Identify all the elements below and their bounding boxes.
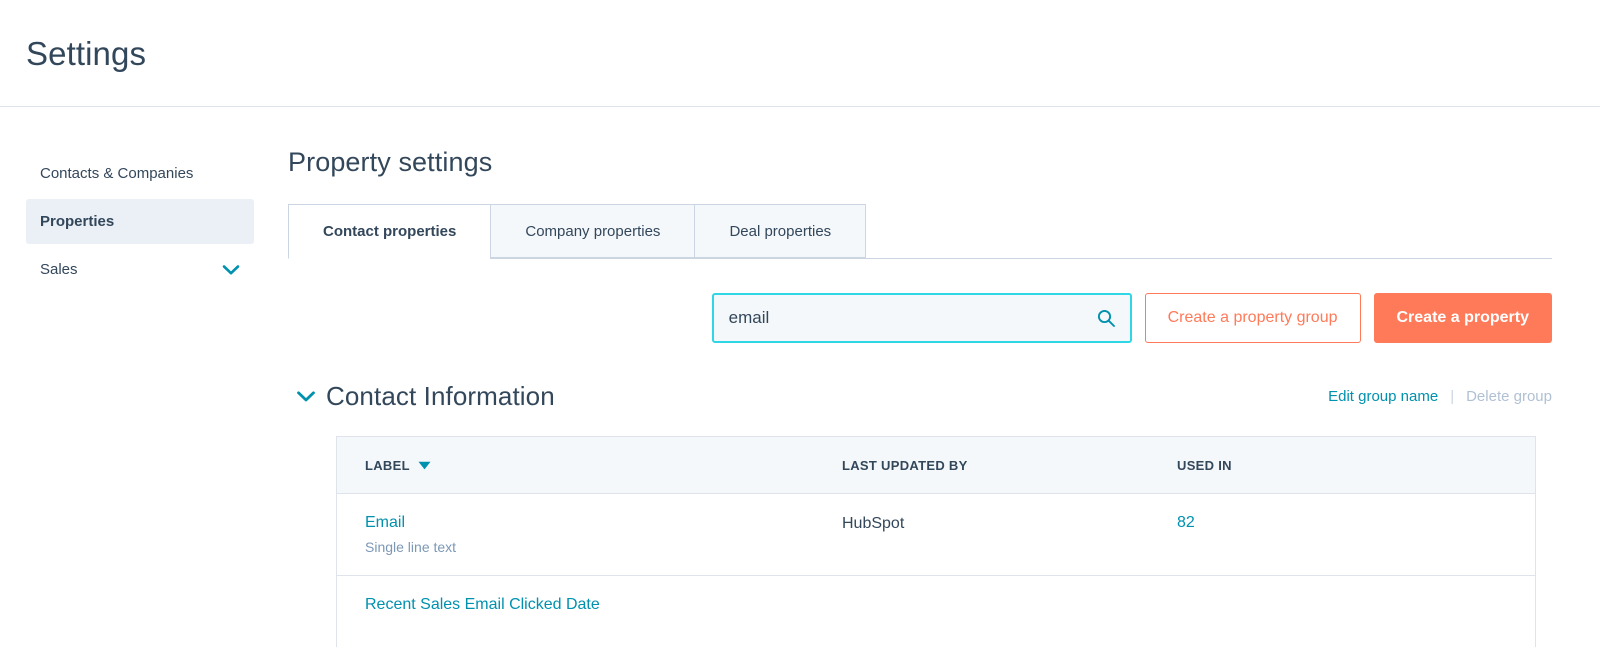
table-header-row: LABEL LAST UPDATED BY USED IN bbox=[337, 437, 1535, 494]
last-updated-by-cell bbox=[842, 596, 1177, 597]
group-actions: Edit group name | Delete group bbox=[1328, 388, 1552, 405]
property-group-header: Contact Information Edit group name | De… bbox=[288, 381, 1552, 412]
sort-descending-icon bbox=[418, 458, 431, 473]
used-in-cell: 82 bbox=[1177, 514, 1535, 532]
property-name-link[interactable]: Recent Sales Email Clicked Date bbox=[365, 596, 842, 614]
search-input[interactable] bbox=[712, 293, 1132, 343]
table-row: Recent Sales Email Clicked Date bbox=[337, 576, 1535, 647]
create-property-button[interactable]: Create a property bbox=[1374, 293, 1553, 343]
column-header-used-in[interactable]: USED IN bbox=[1177, 458, 1535, 473]
page-heading: Settings bbox=[26, 37, 146, 70]
settings-sidebar: Contacts & Companies Properties Sales bbox=[0, 107, 280, 295]
column-header-label-text: LABEL bbox=[365, 458, 410, 473]
create-property-group-button[interactable]: Create a property group bbox=[1145, 293, 1361, 343]
tab-deal-properties[interactable]: Deal properties bbox=[694, 204, 866, 258]
tab-label: Contact properties bbox=[323, 223, 456, 240]
top-bar: Settings bbox=[0, 0, 1600, 107]
edit-group-name-link[interactable]: Edit group name bbox=[1328, 388, 1438, 405]
sidebar-item-contacts-companies[interactable]: Contacts & Companies bbox=[26, 151, 254, 196]
used-in-count-link[interactable]: 82 bbox=[1177, 514, 1195, 531]
sidebar-item-label: Sales bbox=[40, 261, 78, 278]
sidebar-item-properties[interactable]: Properties bbox=[26, 199, 254, 244]
property-label-cell: Recent Sales Email Clicked Date bbox=[337, 596, 842, 621]
tab-company-properties[interactable]: Company properties bbox=[490, 204, 694, 258]
main-content: Property settings Contact properties Com… bbox=[280, 107, 1600, 647]
chevron-down-icon bbox=[222, 264, 240, 276]
sidebar-item-label: Properties bbox=[40, 213, 114, 230]
sidebar-item-sales[interactable]: Sales bbox=[26, 247, 254, 292]
action-separator: | bbox=[1450, 388, 1454, 405]
property-type-text: Single line text bbox=[365, 539, 842, 555]
delete-group-link: Delete group bbox=[1466, 388, 1552, 405]
column-header-last-updated-by[interactable]: LAST UPDATED BY bbox=[842, 458, 1177, 473]
tab-contact-properties[interactable]: Contact properties bbox=[288, 204, 490, 259]
body-container: Contacts & Companies Properties Sales Pr… bbox=[0, 107, 1600, 647]
page-title: Property settings bbox=[288, 147, 1552, 178]
tab-label: Deal properties bbox=[729, 223, 831, 240]
property-toolbar: Create a property group Create a propert… bbox=[288, 293, 1552, 343]
chevron-down-icon[interactable] bbox=[296, 390, 326, 403]
property-tabs: Contact properties Company properties De… bbox=[288, 204, 1552, 259]
search-box bbox=[712, 293, 1132, 343]
last-updated-by-cell: HubSpot bbox=[842, 514, 1177, 533]
sidebar-item-label: Contacts & Companies bbox=[40, 165, 193, 182]
table-row: Email Single line text HubSpot 82 bbox=[337, 494, 1535, 576]
properties-table: LABEL LAST UPDATED BY USED IN Email Sing… bbox=[336, 436, 1536, 647]
property-label-cell: Email Single line text bbox=[337, 514, 842, 555]
property-name-link[interactable]: Email bbox=[365, 514, 842, 532]
group-name: Contact Information bbox=[326, 381, 555, 412]
column-header-label[interactable]: LABEL bbox=[337, 458, 842, 473]
tab-label: Company properties bbox=[525, 223, 660, 240]
